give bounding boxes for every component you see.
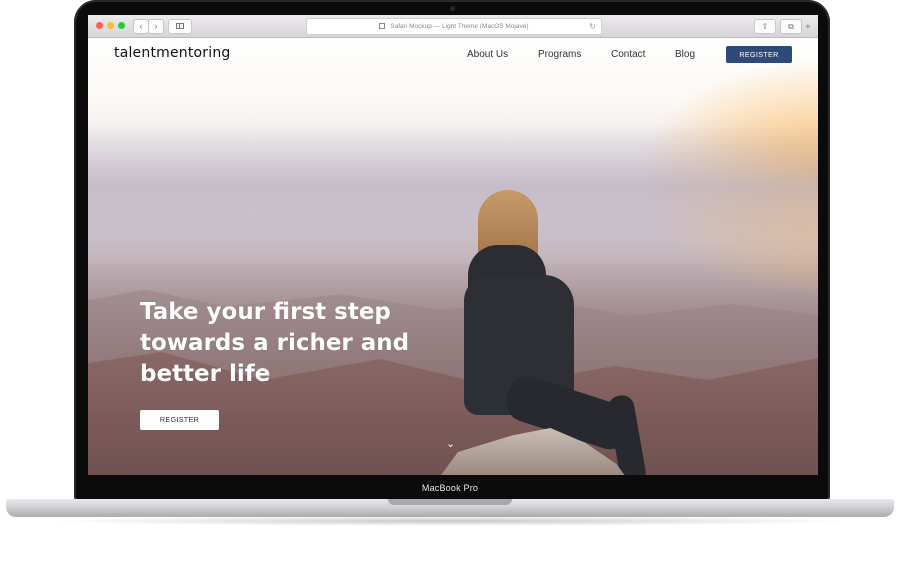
nav-link-about-us[interactable]: About Us [467, 49, 508, 60]
address-bar-text: Safari Mockup — Light Theme (MacOS Mojav… [390, 23, 529, 30]
header-register-button[interactable]: REGISTER [726, 46, 792, 63]
chevron-right-icon: › [154, 21, 158, 31]
chevron-left-icon: ‹ [139, 21, 143, 31]
hero-title-line-2: towards a richer and [140, 330, 410, 356]
camera-icon [450, 6, 455, 11]
website: talentmentoring About Us Programs Contac… [88, 38, 818, 475]
lock-icon [379, 23, 386, 30]
nav-link-programs[interactable]: Programs [538, 49, 581, 60]
share-icon: ⇧ [761, 22, 769, 31]
minimize-window-button[interactable] [107, 22, 114, 29]
site-logo[interactable]: talentmentoring [114, 45, 231, 61]
nav-link-blog[interactable]: Blog [675, 49, 695, 60]
zoom-window-button[interactable] [118, 22, 125, 29]
site-header: talentmentoring About Us Programs Contac… [88, 38, 818, 74]
tabs-icon: ⧉ [788, 22, 794, 31]
hero-title-line-1: Take your first step [140, 299, 391, 325]
address-bar[interactable]: Safari Mockup — Light Theme (MacOS Mojav… [306, 18, 602, 35]
laptop-model-label: MacBook Pro [421, 483, 479, 493]
safari-toolbar: ‹ › Safari Mockup — Light Theme (MacOS M… [88, 15, 818, 38]
close-window-button[interactable] [96, 22, 103, 29]
laptop-shadow [40, 516, 860, 526]
back-button[interactable]: ‹ [133, 19, 149, 34]
share-button[interactable]: ⇧ [754, 19, 776, 34]
hero-title: Take your first step towards a richer an… [140, 297, 440, 390]
laptop-base-notch [388, 499, 512, 505]
sidebar-icon [176, 23, 184, 29]
reload-icon[interactable]: ↻ [589, 19, 596, 34]
nav-link-contact[interactable]: Contact [611, 49, 645, 60]
laptop-screen: ‹ › Safari Mockup — Light Theme (MacOS M… [88, 15, 818, 475]
hero-title-line-3: better life [140, 361, 271, 387]
tabs-button[interactable]: ⧉ [780, 19, 802, 34]
chevron-down-icon[interactable]: ⌄ [446, 437, 455, 450]
hero-register-button[interactable]: REGISTER [140, 410, 219, 430]
sidebar-toggle-button[interactable] [168, 19, 192, 34]
forward-button[interactable]: › [148, 19, 164, 34]
plus-icon[interactable]: + [805, 23, 811, 33]
